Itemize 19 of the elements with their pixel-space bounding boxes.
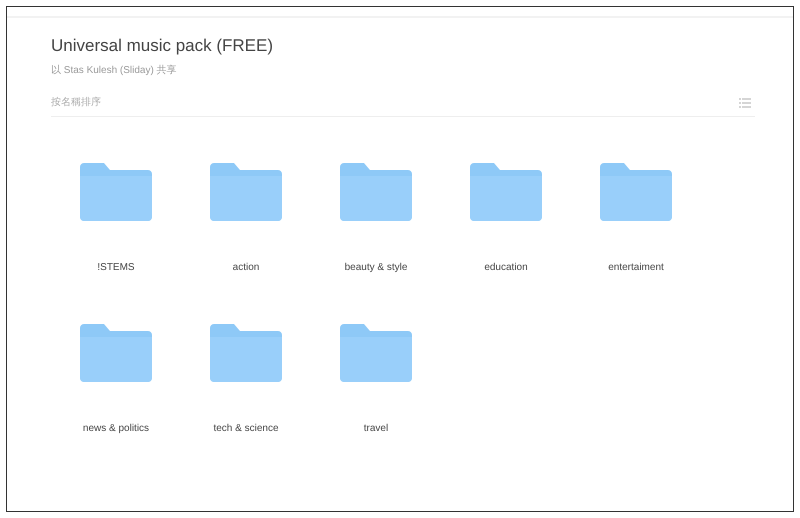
folder-icon [600, 163, 672, 221]
folder-icon [80, 324, 152, 382]
folder-name[interactable]: travel [364, 422, 388, 436]
folder-icon [470, 163, 542, 221]
folder-name[interactable]: tech & science [213, 422, 279, 436]
folder-icon [210, 324, 282, 382]
folder-name[interactable]: education [484, 261, 528, 275]
folder-name[interactable]: !STEMS [97, 261, 135, 275]
folder-icon [340, 324, 412, 382]
page-title: Universal music pack (FREE) [51, 35, 274, 57]
folder-name[interactable]: entertaiment [608, 261, 664, 275]
folder-icon [80, 163, 152, 221]
list-view-icon[interactable] [739, 98, 751, 108]
folder-name[interactable]: action [232, 261, 260, 275]
shared-by-text: 以 Stas Kulesh (Sliday) 共享 [51, 64, 178, 78]
folder-name[interactable]: beauty & style [344, 261, 408, 275]
folder-name[interactable]: news & politics [82, 422, 150, 436]
folder-icon [210, 163, 282, 221]
folder-icon [340, 163, 412, 221]
